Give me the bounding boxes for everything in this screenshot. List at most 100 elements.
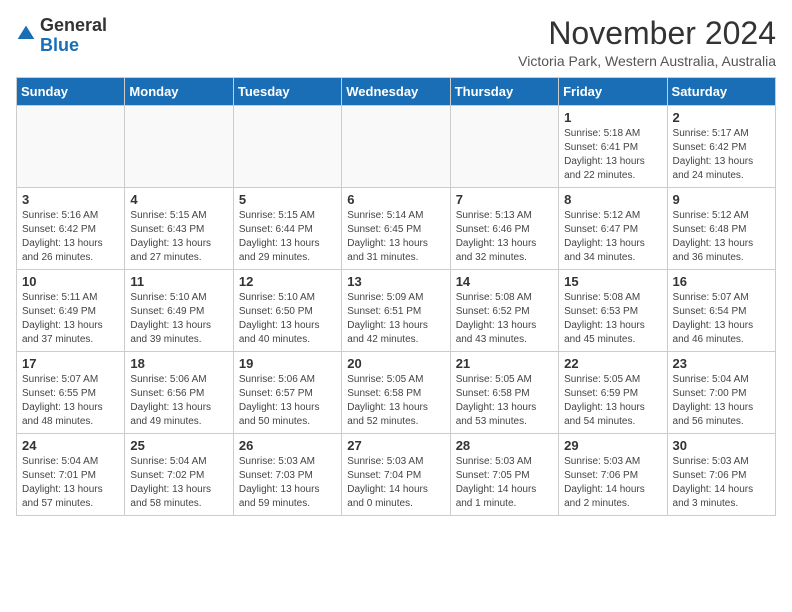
day-number: 25 [130, 438, 227, 453]
calendar-cell: 8 Sunrise: 5:12 AM Sunset: 6:47 PM Daylig… [559, 188, 667, 270]
calendar-cell: 7Sunrise: 5:13 AM Sunset: 6:46 PM Daylig… [450, 188, 558, 270]
calendar-week-2: 3 Sunrise: 5:16 AM Sunset: 6:42 PM Daylig… [17, 188, 776, 270]
calendar-cell: 18 Sunrise: 5:06 AM Sunset: 6:56 PM Dayli… [125, 352, 233, 434]
calendar-week-4: 17 Sunrise: 5:07 AM Sunset: 6:55 PM Dayli… [17, 352, 776, 434]
day-number: 24 [22, 438, 119, 453]
day-info: Sunrise: 5:03 AM Sunset: 7:06 PM Dayligh… [564, 455, 661, 511]
logo: General Blue [16, 16, 107, 56]
day-info: Sunrise: 5:12 AM Sunset: 6:47 PM Dayligh… [564, 209, 661, 265]
weekday-header-row: SundayMondayTuesdayWednesdayThursdayFrid… [17, 78, 776, 106]
calendar-cell: 5 Sunrise: 5:15 AM Sunset: 6:44 PM Daylig… [233, 188, 341, 270]
calendar-table: SundayMondayTuesdayWednesdayThursdayFrid… [16, 77, 776, 516]
day-number: 18 [130, 356, 227, 371]
weekday-header-tuesday: Tuesday [233, 78, 341, 106]
day-number: 8 [564, 192, 661, 207]
day-info: Sunrise: 5:15 AM Sunset: 6:44 PM Dayligh… [239, 209, 336, 265]
day-number: 7 [456, 192, 553, 207]
day-number: 15 [564, 274, 661, 289]
calendar-cell: 22 Sunrise: 5:05 AM Sunset: 6:59 PM Dayli… [559, 352, 667, 434]
month-title: November 2024 [518, 16, 776, 51]
logo-blue: Blue [40, 35, 79, 55]
day-info: Sunrise: 5:03 AM Sunset: 7:04 PM Dayligh… [347, 455, 444, 511]
day-number: 3 [22, 192, 119, 207]
calendar-week-1: 1 Sunrise: 5:18 AM Sunset: 6:41 PM Daylig… [17, 106, 776, 188]
calendar-cell: 12 Sunrise: 5:10 AM Sunset: 6:50 PM Dayli… [233, 270, 341, 352]
logo-icon [16, 24, 36, 44]
weekday-header-saturday: Saturday [667, 78, 775, 106]
day-number: 5 [239, 192, 336, 207]
day-number: 11 [130, 274, 227, 289]
calendar-cell: 24 Sunrise: 5:04 AM Sunset: 7:01 PM Dayli… [17, 434, 125, 516]
calendar-cell: 10Sunrise: 5:11 AM Sunset: 6:49 PM Dayli… [17, 270, 125, 352]
calendar-cell: 6 Sunrise: 5:14 AM Sunset: 6:45 PM Daylig… [342, 188, 450, 270]
calendar-cell: 11 Sunrise: 5:10 AM Sunset: 6:49 PM Dayli… [125, 270, 233, 352]
day-number: 29 [564, 438, 661, 453]
calendar-cell: 19 Sunrise: 5:06 AM Sunset: 6:57 PM Dayli… [233, 352, 341, 434]
calendar-cell: 4 Sunrise: 5:15 AM Sunset: 6:43 PM Daylig… [125, 188, 233, 270]
day-number: 2 [673, 110, 770, 125]
day-info: Sunrise: 5:10 AM Sunset: 6:49 PM Dayligh… [130, 291, 227, 347]
day-number: 12 [239, 274, 336, 289]
calendar-cell [233, 106, 341, 188]
calendar-cell: 1 Sunrise: 5:18 AM Sunset: 6:41 PM Daylig… [559, 106, 667, 188]
page-header: General Blue November 2024 Victoria Park… [16, 16, 776, 69]
day-info: Sunrise: 5:14 AM Sunset: 6:45 PM Dayligh… [347, 209, 444, 265]
day-info: Sunrise: 5:07 AM Sunset: 6:55 PM Dayligh… [22, 373, 119, 429]
calendar-cell [450, 106, 558, 188]
day-number: 9 [673, 192, 770, 207]
day-info: Sunrise: 5:03 AM Sunset: 7:05 PM Dayligh… [456, 455, 553, 511]
day-info: Sunrise: 5:06 AM Sunset: 6:56 PM Dayligh… [130, 373, 227, 429]
calendar-cell: 15 Sunrise: 5:08 AM Sunset: 6:53 PM Dayli… [559, 270, 667, 352]
calendar-cell: 20Sunrise: 5:05 AM Sunset: 6:58 PM Dayli… [342, 352, 450, 434]
calendar-cell [17, 106, 125, 188]
day-number: 14 [456, 274, 553, 289]
calendar-cell: 26Sunrise: 5:03 AM Sunset: 7:03 PM Dayli… [233, 434, 341, 516]
calendar-cell: 30Sunrise: 5:03 AM Sunset: 7:06 PM Dayli… [667, 434, 775, 516]
day-info: Sunrise: 5:04 AM Sunset: 7:02 PM Dayligh… [130, 455, 227, 511]
day-number: 1 [564, 110, 661, 125]
day-info: Sunrise: 5:05 AM Sunset: 6:59 PM Dayligh… [564, 373, 661, 429]
day-number: 23 [673, 356, 770, 371]
day-info: Sunrise: 5:18 AM Sunset: 6:41 PM Dayligh… [564, 127, 661, 183]
day-number: 13 [347, 274, 444, 289]
calendar-cell: 3 Sunrise: 5:16 AM Sunset: 6:42 PM Daylig… [17, 188, 125, 270]
day-number: 19 [239, 356, 336, 371]
day-info: Sunrise: 5:09 AM Sunset: 6:51 PM Dayligh… [347, 291, 444, 347]
day-number: 6 [347, 192, 444, 207]
day-number: 27 [347, 438, 444, 453]
day-number: 22 [564, 356, 661, 371]
calendar-cell: 21Sunrise: 5:05 AM Sunset: 6:58 PM Dayli… [450, 352, 558, 434]
calendar-cell: 27 Sunrise: 5:03 AM Sunset: 7:04 PM Dayli… [342, 434, 450, 516]
day-number: 28 [456, 438, 553, 453]
day-info: Sunrise: 5:06 AM Sunset: 6:57 PM Dayligh… [239, 373, 336, 429]
calendar-cell: 17 Sunrise: 5:07 AM Sunset: 6:55 PM Dayli… [17, 352, 125, 434]
calendar-cell: 16 Sunrise: 5:07 AM Sunset: 6:54 PM Dayli… [667, 270, 775, 352]
calendar-cell: 28 Sunrise: 5:03 AM Sunset: 7:05 PM Dayli… [450, 434, 558, 516]
day-info: Sunrise: 5:07 AM Sunset: 6:54 PM Dayligh… [673, 291, 770, 347]
day-info: Sunrise: 5:17 AM Sunset: 6:42 PM Dayligh… [673, 127, 770, 183]
calendar-cell: 23Sunrise: 5:04 AM Sunset: 7:00 PM Dayli… [667, 352, 775, 434]
day-info: Sunrise: 5:08 AM Sunset: 6:53 PM Dayligh… [564, 291, 661, 347]
day-info: Sunrise: 5:05 AM Sunset: 6:58 PM Dayligh… [347, 373, 444, 429]
calendar-cell [125, 106, 233, 188]
day-info: Sunrise: 5:10 AM Sunset: 6:50 PM Dayligh… [239, 291, 336, 347]
day-info: Sunrise: 5:15 AM Sunset: 6:43 PM Dayligh… [130, 209, 227, 265]
calendar-cell: 25 Sunrise: 5:04 AM Sunset: 7:02 PM Dayli… [125, 434, 233, 516]
day-info: Sunrise: 5:12 AM Sunset: 6:48 PM Dayligh… [673, 209, 770, 265]
day-number: 4 [130, 192, 227, 207]
weekday-header-sunday: Sunday [17, 78, 125, 106]
calendar-cell: 13 Sunrise: 5:09 AM Sunset: 6:51 PM Dayli… [342, 270, 450, 352]
day-info: Sunrise: 5:03 AM Sunset: 7:06 PM Dayligh… [673, 455, 770, 511]
calendar-week-3: 10Sunrise: 5:11 AM Sunset: 6:49 PM Dayli… [17, 270, 776, 352]
location: Victoria Park, Western Australia, Austra… [518, 53, 776, 69]
calendar-cell [342, 106, 450, 188]
day-info: Sunrise: 5:04 AM Sunset: 7:01 PM Dayligh… [22, 455, 119, 511]
day-number: 17 [22, 356, 119, 371]
day-number: 16 [673, 274, 770, 289]
calendar-cell: 2 Sunrise: 5:17 AM Sunset: 6:42 PM Daylig… [667, 106, 775, 188]
weekday-header-wednesday: Wednesday [342, 78, 450, 106]
day-info: Sunrise: 5:16 AM Sunset: 6:42 PM Dayligh… [22, 209, 119, 265]
calendar-cell: 14Sunrise: 5:08 AM Sunset: 6:52 PM Dayli… [450, 270, 558, 352]
day-info: Sunrise: 5:03 AM Sunset: 7:03 PM Dayligh… [239, 455, 336, 511]
day-number: 21 [456, 356, 553, 371]
